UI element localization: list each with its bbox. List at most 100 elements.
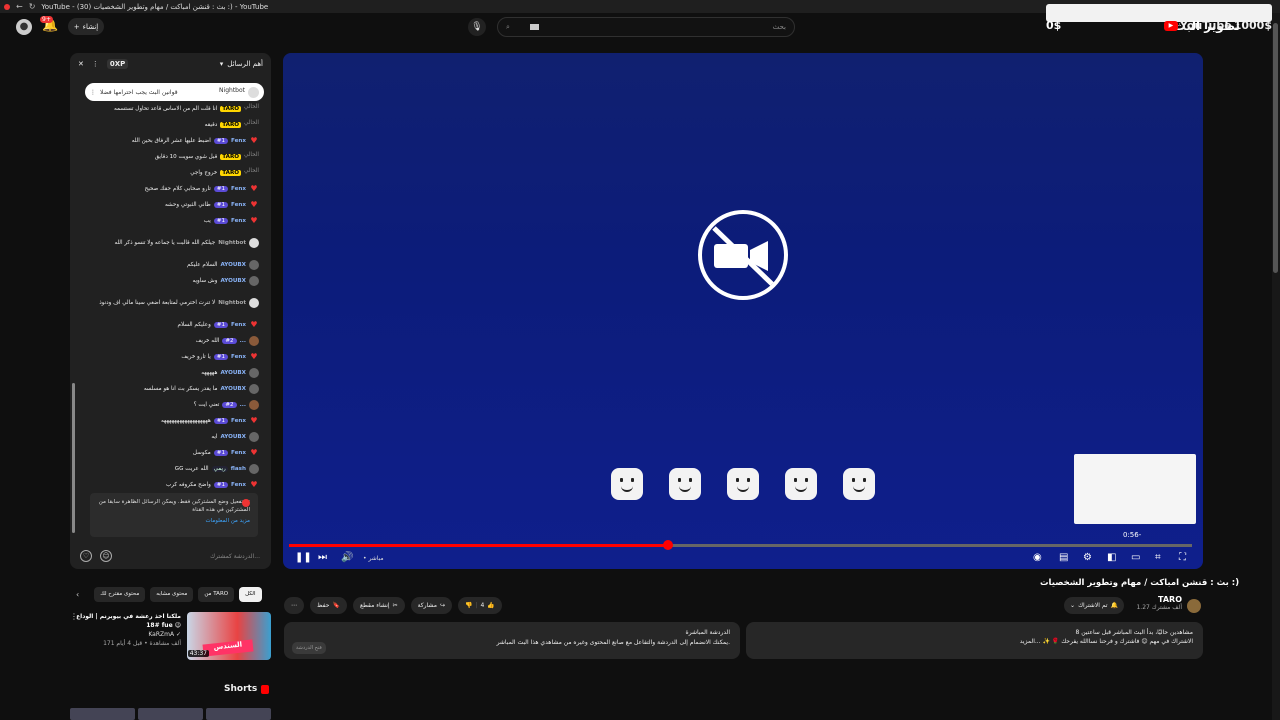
chat-avatar[interactable] xyxy=(249,400,259,410)
chat-author[interactable]: Fenx xyxy=(231,450,246,456)
chat-message[interactable]: ♥ Fenx #1 يا تارو خريف xyxy=(70,349,271,365)
cast-icon[interactable]: ⌗ xyxy=(1155,552,1161,563)
shorts-thumbnail[interactable] xyxy=(138,708,203,720)
heart-icon[interactable]: ♥ xyxy=(249,352,259,362)
related-video-title[interactable]: ملكنا اخذ رعشة في بيوبرنم | الوداع #18 f… xyxy=(76,613,181,629)
chat-message[interactable]: ♥ Fenx #1 اضبط عليها عشر الرفاق بحين الله xyxy=(70,133,271,149)
chat-message[interactable]: ♥ Fenx #1 طاني الثبوتي وحشه xyxy=(70,197,271,213)
chat-author[interactable]: Nightbot xyxy=(218,300,246,306)
chat-message[interactable]: ♥ Fenx #1 يب xyxy=(70,213,271,229)
heart-icon[interactable]: ♥ xyxy=(249,184,259,194)
reload-icon[interactable]: ↻ xyxy=(29,2,36,11)
chat-mode-dropdown[interactable]: ▾ أهم الرسائل xyxy=(220,60,263,68)
chat-author[interactable]: AYOUBX xyxy=(220,262,246,268)
chat-avatar[interactable]: الحالي xyxy=(244,104,259,114)
clip-button[interactable]: إنشاء مقطع ✂ xyxy=(352,597,405,614)
chip-from-channel[interactable]: من TARO xyxy=(198,587,235,602)
theater-mode-icon[interactable]: ▭ xyxy=(1131,552,1140,563)
chat-message[interactable]: ♥ Fenx #1 مكوسل xyxy=(70,445,271,461)
like-dislike-group[interactable]: 👎 | 4 👍 xyxy=(458,597,502,614)
page-scrollbar[interactable] xyxy=(1272,13,1280,720)
chat-author[interactable]: AYOUBX xyxy=(220,434,246,440)
save-button[interactable]: حفظ 🔖 xyxy=(310,597,347,614)
avatar[interactable]: ● xyxy=(16,19,32,35)
heart-icon[interactable]: ♡ xyxy=(80,550,92,562)
more-options-icon[interactable]: ⋮ xyxy=(90,89,96,96)
live-indicator[interactable]: • مباشر xyxy=(363,555,384,562)
chat-author[interactable]: Fenx xyxy=(231,186,246,192)
chat-input-placeholder[interactable]: الدردشة كمشترك... xyxy=(210,553,260,560)
chat-author[interactable]: Fenx xyxy=(231,322,246,328)
chat-message[interactable]: flash ريمي GG الله عريت xyxy=(70,461,271,477)
chat-author[interactable]: AYOUBX xyxy=(220,278,246,284)
related-video-channel[interactable]: KaRZmA ✓ xyxy=(148,631,181,638)
related-video-thumbnail[interactable]: السندس 43:37 xyxy=(187,612,271,660)
scrubber-handle[interactable] xyxy=(663,540,674,550)
share-button[interactable]: مشاركة ↪ xyxy=(410,597,452,614)
close-tab-icon[interactable] xyxy=(4,3,10,10)
chat-author[interactable]: Fenx xyxy=(231,418,246,424)
chat-message[interactable]: ♥ Fenx #1 واضح مكروفه كرب xyxy=(70,477,271,493)
fullscreen-icon[interactable]: ⛶ xyxy=(1179,552,1186,563)
subscribed-button[interactable]: ⌄ تم الاشتراك 🔔 xyxy=(1064,597,1124,614)
create-button[interactable]: + إنشاء xyxy=(68,18,104,35)
back-icon[interactable]: ← xyxy=(16,2,23,11)
scrollbar-thumb[interactable] xyxy=(1273,23,1278,273)
related-video-item[interactable]: ⋮ ملكنا اخذ رعشة في بيوبرنم | الوداع #18… xyxy=(70,612,271,660)
youtube-logo[interactable]: ▶ YouTube 1000$ xyxy=(1163,19,1272,32)
chat-avatar[interactable] xyxy=(249,368,259,378)
xp-badge[interactable]: 0XP xyxy=(106,59,129,69)
video-player[interactable]: 0:56- ❚❚ ⏭ 🔊 • مباشر ◉ ▤ ⚙ ◧ ▭ ⌗ ⛶ xyxy=(283,53,1203,569)
next-icon[interactable]: ⏭ xyxy=(318,552,327,563)
pinned-message[interactable]: ⋮ قوانين البث يجب احترامها فضلا Nightbot xyxy=(85,83,264,101)
chat-author[interactable]: Fenx xyxy=(231,202,246,208)
voice-search-icon[interactable]: 🎙 xyxy=(468,18,486,36)
chat-author[interactable]: flash xyxy=(231,466,246,472)
channel-info[interactable]: TARO 1.27 ألف مشترك xyxy=(1136,595,1182,611)
chat-message[interactable]: AYOUBX ايه xyxy=(70,429,271,445)
volume-icon[interactable]: 🔊 xyxy=(341,552,353,563)
notifications-bell-icon[interactable]: 🔔 9+ xyxy=(40,16,58,33)
heart-icon[interactable]: ♥ xyxy=(249,320,259,330)
search-input[interactable]: ⌕ بحث xyxy=(497,17,795,37)
open-chat-chip[interactable]: فتح الدردشة xyxy=(292,642,326,654)
miniplayer-icon[interactable]: ◧ xyxy=(1107,552,1116,563)
chat-message[interactable]: الحالي TARO دقيقه xyxy=(70,117,271,133)
pause-icon[interactable]: ❚❚ xyxy=(295,552,312,563)
chat-message[interactable]: ... #2 تعني ايت ؟ xyxy=(70,397,271,413)
chat-message[interactable]: AYOUBX ما يقدر يسكر بث انا هو مسلسه xyxy=(70,381,271,397)
chat-message[interactable]: AYOUBX السلام عليكم xyxy=(70,257,271,273)
shorts-thumbnail[interactable] xyxy=(206,708,271,720)
progress-bar[interactable] xyxy=(289,540,1192,550)
chat-avatar[interactable]: الحالي xyxy=(244,168,259,178)
chat-message[interactable]: ♥ Fenx #1 ههههههههههههههههههه xyxy=(70,413,271,429)
chevron-left-icon[interactable]: ‹ xyxy=(76,590,79,599)
keyboard-icon[interactable] xyxy=(529,24,539,30)
subtitles-icon[interactable]: ▤ xyxy=(1059,552,1068,563)
chat-avatar[interactable] xyxy=(249,464,259,474)
chat-avatar[interactable] xyxy=(249,298,259,308)
close-chat-icon[interactable]: ✕ xyxy=(78,60,84,68)
video-description[interactable]: 8 مشاهدين حاليًا، بدأ البث المباشر قبل س… xyxy=(746,622,1203,659)
chat-message[interactable]: AYOUBX وش ساويه xyxy=(70,273,271,289)
chat-message[interactable]: الحالي TARO خروج واجي xyxy=(70,165,271,181)
chat-author[interactable]: Fenx xyxy=(231,138,246,144)
chat-avatar[interactable] xyxy=(249,336,259,346)
chip-recommended[interactable]: محتوى مقترح لك xyxy=(94,587,146,602)
tab-title[interactable]: YouTube - (30) بث : قنشن امباكت / مهام و… xyxy=(41,3,268,11)
chat-message[interactable]: ♥ Fenx #1 تارو صحابي كلام حقك صحيح xyxy=(70,181,271,197)
more-actions-button[interactable]: ⋯ xyxy=(284,597,304,614)
like-icon[interactable]: 👍 xyxy=(487,602,494,609)
chat-message[interactable]: ... #2 الله خريف xyxy=(70,333,271,349)
chat-avatar[interactable] xyxy=(249,432,259,442)
chat-avatar[interactable] xyxy=(249,238,259,248)
channel-name[interactable]: TARO xyxy=(1136,595,1182,604)
chat-author[interactable]: Nightbot xyxy=(218,240,246,246)
chat-author[interactable]: Fenx xyxy=(231,218,246,224)
chat-avatar[interactable] xyxy=(249,384,259,394)
chat-avatar[interactable] xyxy=(249,276,259,286)
heart-icon[interactable]: ♥ xyxy=(249,416,259,426)
chat-message[interactable]: Nightbot جيلكم الله قالبت يا جماعه ولا تن… xyxy=(70,229,271,257)
chat-message[interactable]: الحالي TARO قبل شوي سويت 10 دقايق xyxy=(70,149,271,165)
heart-icon[interactable]: ♥ xyxy=(249,480,259,490)
